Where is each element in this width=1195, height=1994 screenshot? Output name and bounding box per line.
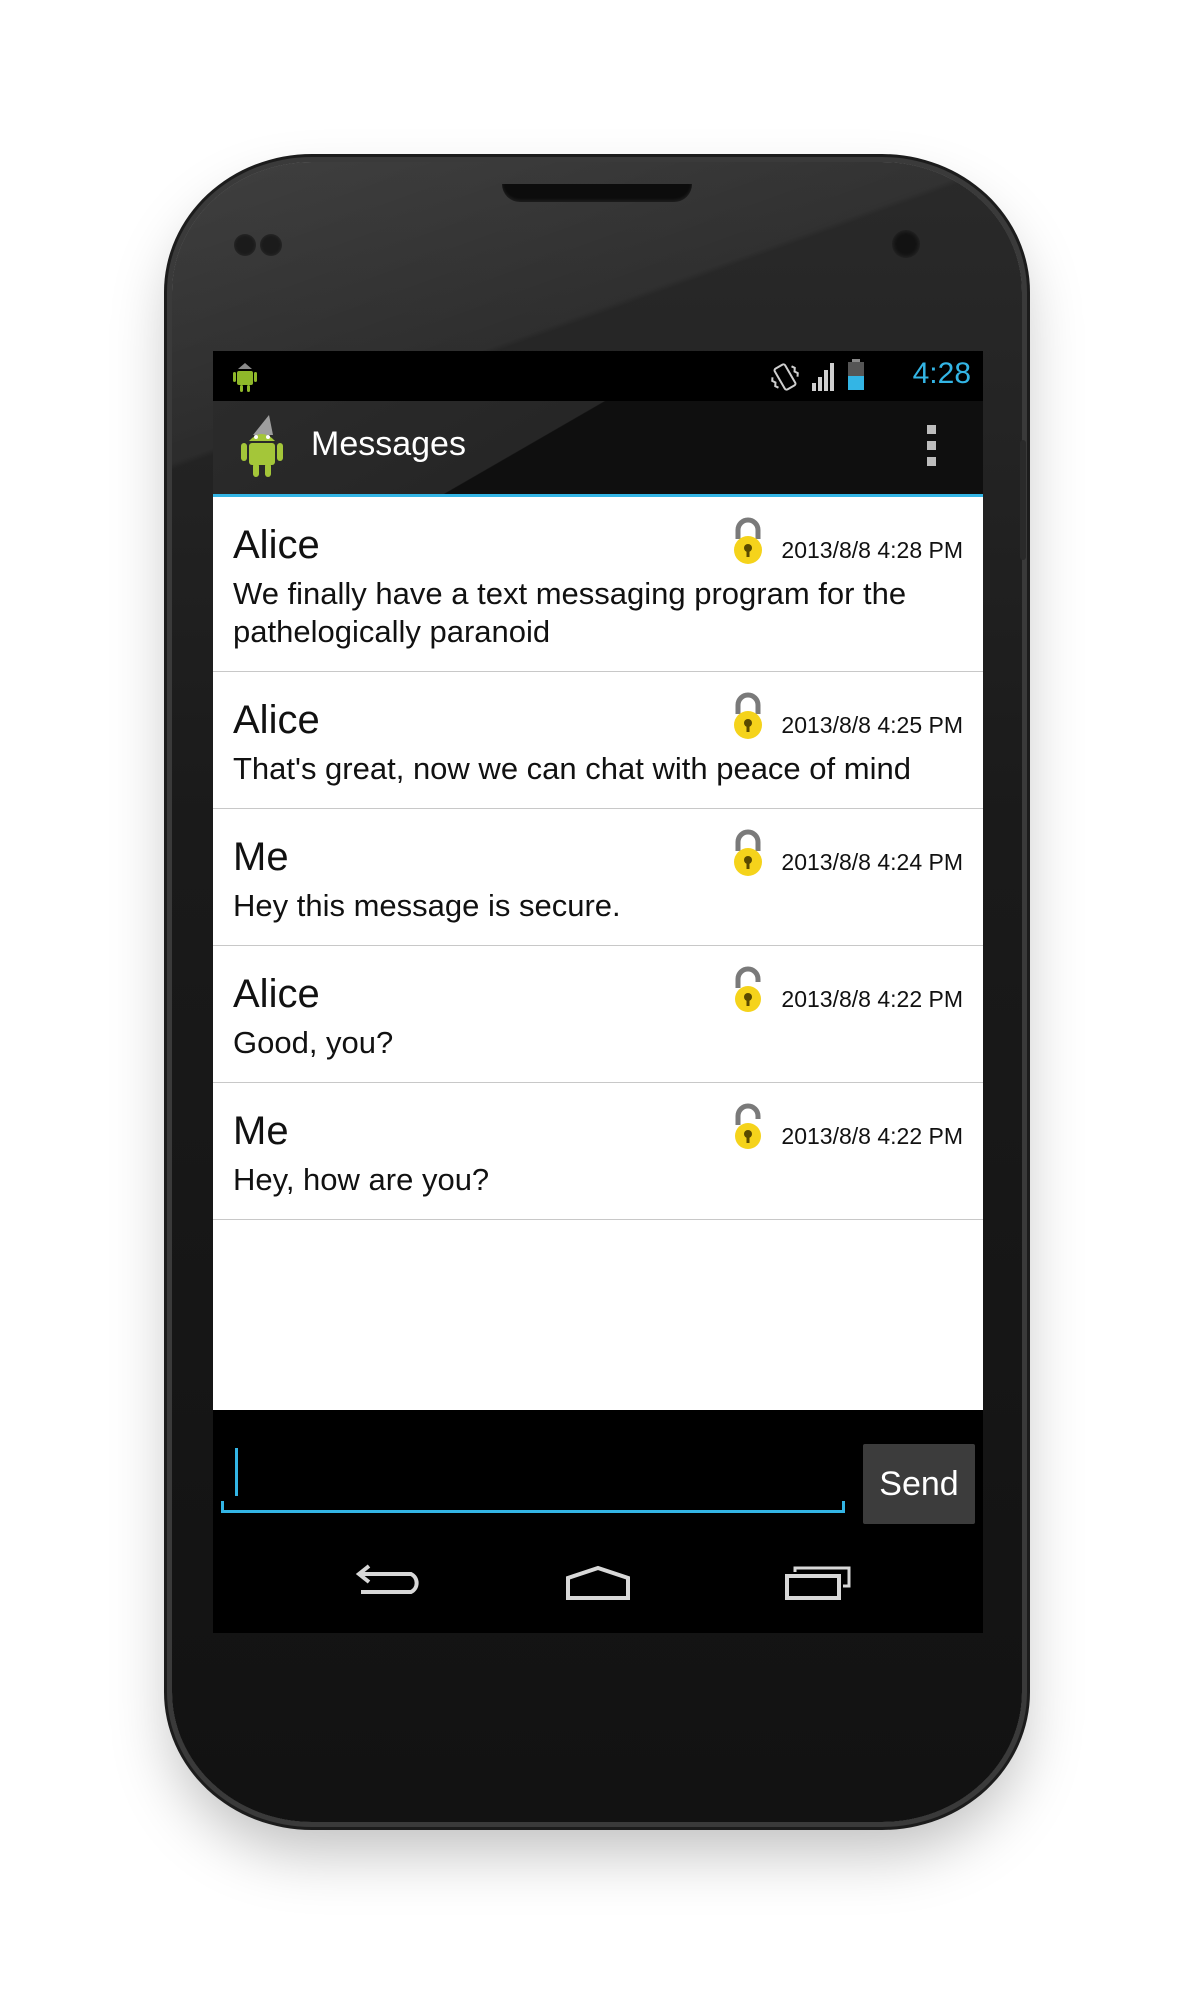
menu-dot (926, 441, 936, 450)
status-clock: 4:28 (912, 357, 971, 390)
message-sender: Alice (233, 972, 320, 1016)
message-composer: Send (213, 1410, 983, 1528)
message-text: Hey, how are you? (233, 1162, 490, 1197)
send-button[interactable]: Send (863, 1444, 975, 1524)
padlock-icon (735, 1103, 761, 1149)
text-cursor (235, 1448, 238, 1496)
battery-icon (848, 359, 864, 390)
menu-dot (926, 425, 936, 434)
device-mockup: 4:28 Messages Alice 2013/8/8 4:28 PM We … (0, 0, 1195, 1994)
list-item[interactable]: Alice 2013/8/8 4:22 PM Good, you? (213, 946, 983, 1083)
message-list[interactable]: Alice 2013/8/8 4:28 PM We finally have a… (213, 497, 983, 1410)
android-icon[interactable] (237, 413, 287, 479)
message-input[interactable] (221, 1440, 845, 1513)
back-icon[interactable] (333, 1556, 423, 1606)
overflow-menu-icon[interactable] (925, 425, 937, 471)
padlock-icon (734, 517, 762, 564)
earpiece-speaker (502, 184, 692, 202)
navigation-bar (213, 1528, 983, 1633)
action-bar: Messages (213, 401, 983, 497)
message-sender: Me (233, 835, 289, 879)
message-timestamp: 2013/8/8 4:25 PM (781, 712, 963, 738)
message-timestamp: 2013/8/8 4:24 PM (781, 849, 963, 875)
list-item[interactable]: Alice 2013/8/8 4:25 PM That's great, now… (213, 672, 983, 809)
padlock-icon (735, 966, 761, 1012)
proximity-sensor (234, 234, 256, 256)
front-camera (892, 230, 920, 258)
notification-android-icon (233, 363, 257, 392)
message-timestamp: 2013/8/8 4:22 PM (781, 986, 963, 1012)
message-timestamp: 2013/8/8 4:22 PM (781, 1123, 963, 1149)
message-text: Hey this message is secure. (233, 888, 621, 923)
status-bar: 4:28 (213, 351, 983, 401)
menu-dot (926, 457, 936, 466)
vibrate-icon (771, 363, 799, 391)
home-icon[interactable] (553, 1556, 643, 1606)
recent-apps-icon[interactable] (775, 1556, 865, 1606)
phone-screen: 4:28 Messages Alice 2013/8/8 4:28 PM We … (213, 351, 983, 1633)
message-text: That's great, now we can chat with peace… (233, 751, 911, 786)
list-item[interactable]: Alice 2013/8/8 4:28 PM We finally have a… (213, 497, 983, 672)
message-sender: Alice (233, 523, 320, 567)
light-sensor (260, 234, 282, 256)
padlock-icon (734, 692, 762, 739)
volume-button[interactable] (1020, 440, 1026, 560)
message-timestamp: 2013/8/8 4:28 PM (781, 537, 963, 563)
message-text: Good, you? (233, 1025, 394, 1060)
message-text: We finally have a text messaging program… (233, 576, 907, 649)
page-title: Messages (311, 425, 466, 463)
list-item[interactable]: Me 2013/8/8 4:24 PM Hey this message is … (213, 809, 983, 946)
list-item[interactable]: Me 2013/8/8 4:22 PM Hey, how are you? (213, 1083, 983, 1220)
message-sender: Me (233, 1109, 289, 1153)
message-sender: Alice (233, 698, 320, 742)
padlock-icon (734, 829, 762, 876)
signal-icon (812, 363, 834, 391)
